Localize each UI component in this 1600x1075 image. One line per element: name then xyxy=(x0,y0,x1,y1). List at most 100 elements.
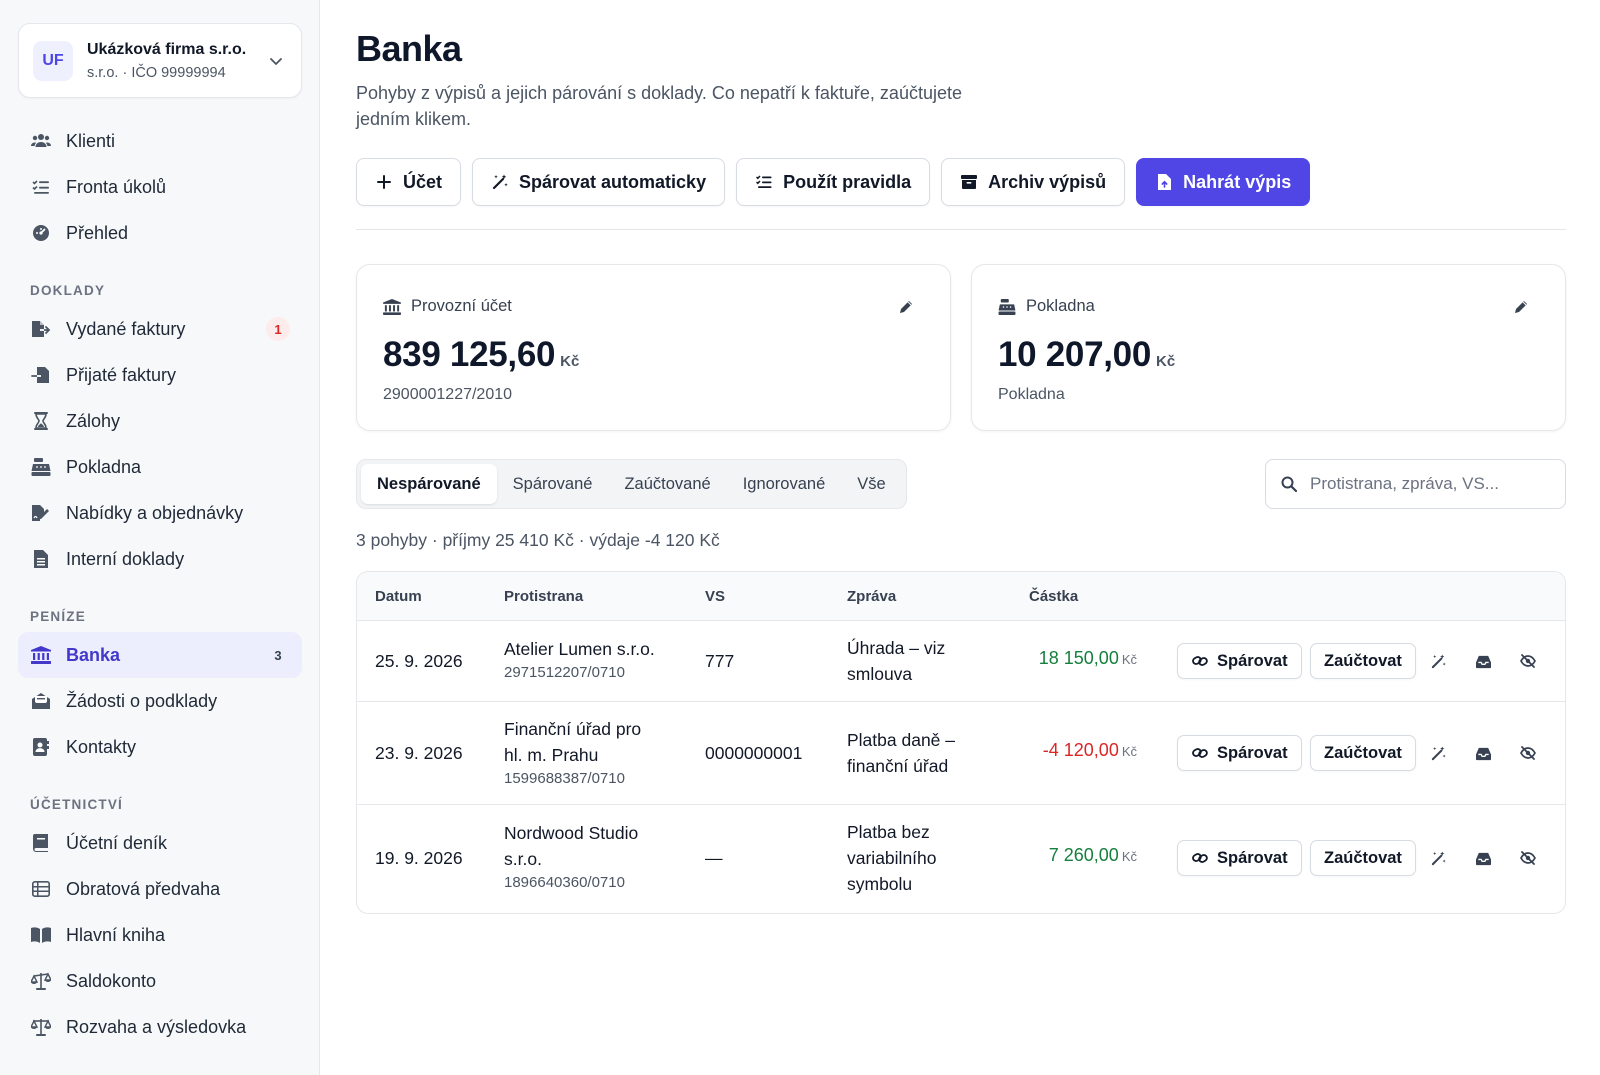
scale-balanced-icon xyxy=(30,1016,52,1038)
row-date: 23. 9. 2026 xyxy=(375,743,463,763)
sidebar-item-label: Zálohy xyxy=(66,410,121,431)
post-button[interactable]: Zaúčtovat xyxy=(1310,735,1416,771)
sidebar-section-penize: PENÍZE xyxy=(30,609,86,624)
search-input[interactable] xyxy=(1310,474,1551,494)
inbox-icon[interactable] xyxy=(1468,646,1498,676)
hourglass-icon xyxy=(30,410,52,432)
amount-currency: Kč xyxy=(1121,744,1137,759)
tab-vse[interactable]: Vše xyxy=(841,464,901,504)
page-description: Pohyby z výpisů a jejich párování s dokl… xyxy=(356,83,962,129)
sidebar-item-saldokonto[interactable]: Saldokonto xyxy=(18,958,302,1004)
table-header: Datum Protistrana VS Zpráva Částka xyxy=(357,572,1565,621)
inbox-icon[interactable] xyxy=(1468,738,1498,768)
counterparty-name: Finanční úřad pro xyxy=(504,719,642,739)
match-button[interactable]: Spárovat xyxy=(1177,735,1302,771)
account-card-header: Provozní účet xyxy=(383,297,512,316)
counterparty-account: 1896640360/0710 xyxy=(504,874,625,891)
column-header-message: Zpráva xyxy=(847,588,897,605)
eye-slash-icon[interactable] xyxy=(1513,738,1543,768)
tab-nesparovane[interactable]: Nespárované xyxy=(361,464,497,504)
sidebar-item-ucetni-denik[interactable]: Účetní deník xyxy=(18,820,302,866)
row-amount: 18 150,00 Kč xyxy=(1039,648,1137,669)
account-card-provozni[interactable]: Provozní účet 839 125,60 Kč 2900001227/2… xyxy=(356,264,951,431)
tab-zauctovane[interactable]: Zaúčtované xyxy=(608,464,726,504)
tab-sparovane[interactable]: Spárované xyxy=(497,464,609,504)
inbox-icon[interactable] xyxy=(1468,843,1498,873)
bank-icon xyxy=(383,298,401,316)
sidebar-item-rozvaha[interactable]: Rozvaha a výsledovka xyxy=(18,1004,302,1050)
message-line: finanční úřad xyxy=(847,756,949,776)
post-button[interactable]: Zaúčtovat xyxy=(1310,840,1416,876)
balance-value: 839 125,60 xyxy=(383,335,556,374)
search-icon xyxy=(1280,475,1298,493)
row-vs: 777 xyxy=(705,651,735,671)
auto-match-button[interactable]: Spárovat automaticky xyxy=(472,158,726,206)
row-date: 25. 9. 2026 xyxy=(375,651,463,671)
filter-tabs: Nespárované Spárované Zaúčtované Ignorov… xyxy=(356,459,907,509)
button-label: Spárovat xyxy=(1217,848,1288,867)
sidebar-item-obratova-predvaha[interactable]: Obratová předvaha xyxy=(18,866,302,912)
book-icon xyxy=(30,832,52,854)
pencil-icon[interactable] xyxy=(896,297,916,317)
sidebar-item-zadosti[interactable]: Žádosti o podklady xyxy=(18,678,302,724)
magic-wand-icon[interactable] xyxy=(1423,843,1453,873)
statement-archive-button[interactable]: Archiv výpisů xyxy=(941,158,1126,206)
account-card-pokladna[interactable]: Pokladna 10 207,00 Kč Pokladna xyxy=(971,264,1566,431)
divider xyxy=(356,229,1566,230)
table-list-icon xyxy=(30,878,52,900)
sidebar-item-zalohy[interactable]: Zálohy xyxy=(18,398,302,444)
file-export-icon xyxy=(30,318,52,340)
sidebar-item-label: Účetní deník xyxy=(66,832,168,853)
post-button[interactable]: Zaúčtovat xyxy=(1310,643,1416,679)
counterparty-name: Nordwood Studio xyxy=(504,823,639,843)
sidebar-item-prijate-faktury[interactable]: Přijaté faktury xyxy=(18,352,302,398)
upload-statement-button[interactable]: Nahrát výpis xyxy=(1136,158,1311,206)
sidebar-item-vydane-faktury[interactable]: Vydané faktury 1 xyxy=(18,306,302,352)
button-label: Spárovat xyxy=(1217,743,1288,762)
sidebar-item-banka[interactable]: Banka 3 xyxy=(18,632,302,678)
tab-ignorovane[interactable]: Ignorované xyxy=(727,464,842,504)
organization-switcher[interactable]: UF Ukázková firma s.r.o. s.r.o. · IČO 99… xyxy=(18,23,302,98)
counterparty-account: 2971512207/0710 xyxy=(504,664,625,681)
sidebar-item-label: Fronta úkolů xyxy=(66,176,167,197)
sidebar-item-label: Přijaté faktury xyxy=(66,364,177,385)
sidebar-item-label: Kontakty xyxy=(66,736,137,757)
add-account-button[interactable]: Účet xyxy=(356,158,462,206)
match-button[interactable]: Spárovat xyxy=(1177,643,1302,679)
sidebar-item-klienti[interactable]: Klienti xyxy=(18,118,302,164)
search-box xyxy=(1265,459,1566,509)
sidebar-item-interni-doklady[interactable]: Interní doklady xyxy=(18,536,302,582)
balance-value: 10 207,00 xyxy=(998,335,1152,374)
pencil-icon[interactable] xyxy=(1511,297,1531,317)
gauge-icon xyxy=(30,222,52,244)
transactions-table: Datum Protistrana VS Zpráva Částka 25. 9… xyxy=(356,571,1566,914)
match-button[interactable]: Spárovat xyxy=(1177,840,1302,876)
eye-slash-icon[interactable] xyxy=(1513,843,1543,873)
sidebar-item-prehled[interactable]: Přehled xyxy=(18,210,302,256)
eye-slash-icon[interactable] xyxy=(1513,646,1543,676)
counterparty-account: 1599688387/0710 xyxy=(504,770,625,787)
row-amount: 7 260,00 Kč xyxy=(1049,845,1137,866)
toolbar: Účet Spárovat automaticky Použít pravidl… xyxy=(356,158,1311,206)
column-header-vs: VS xyxy=(705,588,726,605)
row-vs: 0000000001 xyxy=(705,743,803,763)
button-label: Spárovat automaticky xyxy=(519,171,707,192)
apply-rules-button[interactable]: Použít pravidla xyxy=(736,158,931,206)
sidebar-item-fronta-ukolu[interactable]: Fronta úkolů xyxy=(18,164,302,210)
sidebar-item-pokladna[interactable]: Pokladna xyxy=(18,444,302,490)
sidebar-section-ucetnictvi: ÚČETNICTVÍ xyxy=(30,797,123,812)
file-lines-icon xyxy=(30,548,52,570)
magic-wand-icon[interactable] xyxy=(1423,738,1453,768)
sidebar-item-nabidky[interactable]: Nabídky a objednávky xyxy=(18,490,302,536)
sidebar-item-hlavni-kniha[interactable]: Hlavní kniha xyxy=(18,912,302,958)
account-name: Provozní účet xyxy=(411,297,512,315)
sidebar-item-label: Žádosti o podklady xyxy=(66,690,218,711)
magic-wand-icon[interactable] xyxy=(1423,646,1453,676)
sidebar-item-label: Pokladna xyxy=(66,456,142,477)
account-number: Pokladna xyxy=(998,386,1065,403)
main-content: Banka Pohyby z výpisů a jejich párování … xyxy=(356,0,1566,1075)
sidebar-item-kontakty[interactable]: Kontakty xyxy=(18,724,302,770)
balance-currency: Kč xyxy=(560,353,580,370)
message-line: Úhrada – viz xyxy=(847,638,946,658)
sidebar-item-label: Interní doklady xyxy=(66,548,185,569)
